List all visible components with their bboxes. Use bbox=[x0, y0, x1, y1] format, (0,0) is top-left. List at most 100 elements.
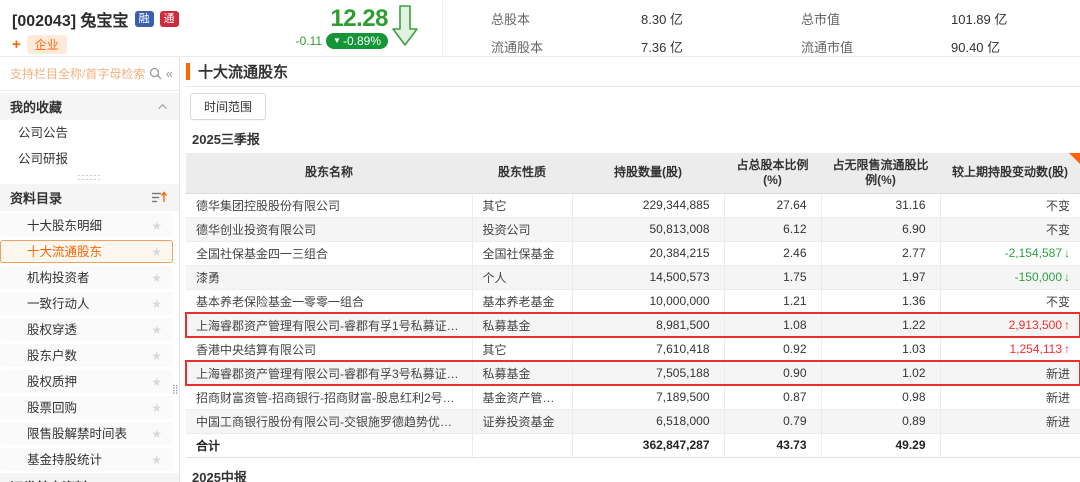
shareholder-name-cell: 基本养老保险基金一零零一组合 bbox=[186, 289, 472, 313]
stat-label: 流通股本 bbox=[491, 37, 641, 56]
pct-total-cell: 0.87 bbox=[724, 385, 821, 409]
shares-cell: 229,344,885 bbox=[572, 193, 724, 217]
sidebar-item[interactable]: 股权穿透★ bbox=[0, 318, 173, 341]
table-row[interactable]: 全国社保基金四一三组合全国社保基金20,384,2152.462.77-2,15… bbox=[186, 241, 1080, 265]
collapse-sidebar-icon[interactable]: « bbox=[166, 66, 173, 81]
change-value: 不变 bbox=[1046, 199, 1070, 213]
star-icon[interactable]: ★ bbox=[151, 215, 162, 237]
price-change-pct-badge: ▼ -0.89% bbox=[326, 33, 388, 49]
search-icon[interactable] bbox=[149, 67, 162, 80]
sidebar-section-title: 证券基本资料 bbox=[10, 477, 88, 482]
up-arrow-icon: ↑ bbox=[1064, 342, 1070, 356]
star-icon[interactable]: ★ bbox=[151, 397, 162, 419]
sidebar: « 我的收藏公司公告公司研报············资料目录十大股东明细★十大流… bbox=[0, 57, 180, 482]
table-row[interactable]: 德华集团控股股份有限公司其它229,344,88527.6431.16不变 bbox=[186, 193, 1080, 217]
sidebar-item-label: 股东户数 bbox=[27, 349, 77, 363]
total-pct-total-cell: 43.73 bbox=[724, 433, 821, 457]
sidebar-item[interactable]: 机构投资者★ bbox=[0, 266, 173, 289]
pct-float-cell: 1.97 bbox=[821, 265, 940, 289]
table-row[interactable]: 基本养老保险基金一零零一组合基本养老基金10,000,0001.211.36不变 bbox=[186, 289, 1080, 313]
column-header: 股东性质 bbox=[472, 153, 572, 193]
pct-total-cell: 1.08 bbox=[724, 313, 821, 337]
panel-resize-handle[interactable]: ⣿ bbox=[172, 387, 179, 392]
pct-total-cell: 1.75 bbox=[724, 265, 821, 289]
sidebar-item[interactable]: 股权质押★ bbox=[0, 370, 173, 393]
change-cell: 新进 bbox=[940, 361, 1080, 385]
sidebar-item-label: 十大流通股东 bbox=[27, 245, 102, 259]
sidebar-item[interactable]: 公司研报 bbox=[0, 146, 179, 172]
total-row: 合计362,847,28743.7349.29 bbox=[186, 433, 1080, 457]
star-icon[interactable]: ★ bbox=[151, 293, 162, 315]
title-row: 十大流通股东 bbox=[186, 57, 1080, 87]
shares-cell: 10,000,000 bbox=[572, 289, 724, 313]
down-arrow-icon bbox=[392, 5, 418, 56]
shareholder-nature-cell: 其它 bbox=[472, 193, 572, 217]
sidebar-section-header[interactable]: 我的收藏 bbox=[0, 93, 179, 120]
price-change: -0.11 bbox=[296, 34, 322, 48]
sidebar-item[interactable]: 股票回购★ bbox=[0, 396, 173, 419]
sidebar-section-title: 资料目录 bbox=[10, 188, 62, 207]
time-range-button[interactable]: 时间范围 bbox=[190, 93, 266, 120]
star-icon[interactable]: ★ bbox=[151, 371, 162, 393]
column-header: 股东名称 bbox=[186, 153, 472, 193]
sidebar-section-header[interactable]: 证券基本资料 bbox=[0, 473, 179, 482]
shares-cell: 50,813,008 bbox=[572, 217, 724, 241]
star-icon[interactable]: ★ bbox=[151, 319, 162, 341]
search-input[interactable] bbox=[10, 67, 145, 81]
table-row[interactable]: 德华创业投资有限公司投资公司50,813,0086.126.90不变 bbox=[186, 217, 1080, 241]
shareholder-nature-cell: 其它 bbox=[472, 337, 572, 361]
shares-cell: 7,610,418 bbox=[572, 337, 724, 361]
table-row[interactable]: 香港中央结算有限公司其它7,610,4180.921.031,254,113↑ bbox=[186, 337, 1080, 361]
sidebar-item[interactable]: 基金持股统计★ bbox=[0, 448, 173, 471]
sidebar-item[interactable]: 十大股东明细 ★ bbox=[0, 214, 173, 237]
stat-label: 流通市值 bbox=[801, 37, 951, 56]
star-icon[interactable]: ★ bbox=[151, 345, 162, 367]
sidebar-item-label: 十大股东明细 bbox=[27, 219, 102, 233]
change-cell: -150,000↓ bbox=[940, 265, 1080, 289]
shareholder-name-cell: 德华集团控股股份有限公司 bbox=[186, 193, 472, 217]
pct-total-cell: 0.90 bbox=[724, 361, 821, 385]
shareholder-nature-cell: 私募基金 bbox=[472, 361, 572, 385]
sidebar-item[interactable]: 限售股解禁时间表★ bbox=[0, 422, 173, 445]
total-shares-cell: 362,847,287 bbox=[572, 433, 724, 457]
chevron-up-icon bbox=[158, 104, 166, 112]
sidebar-item[interactable]: 一致行动人★ bbox=[0, 292, 173, 315]
table-row[interactable]: 上海睿郡资产管理有限公司-睿郡有孚1号私募证券投资基金私募基金8,981,500… bbox=[186, 313, 1080, 337]
pct-float-cell: 2.77 bbox=[821, 241, 940, 265]
change-cell: 新进 bbox=[940, 385, 1080, 409]
price-block: 12.28 -0.11 ▼ -0.89% bbox=[300, 0, 388, 56]
sidebar-item[interactable]: 十大流通股东 ★ bbox=[0, 240, 173, 263]
stat-value: 7.36 亿 bbox=[641, 37, 801, 56]
star-icon[interactable]: ★ bbox=[151, 449, 162, 471]
shareholder-name-cell: 上海睿郡资产管理有限公司-睿郡有孚3号私募证券投资基金 bbox=[186, 361, 472, 385]
pct-total-cell: 0.79 bbox=[724, 409, 821, 433]
enterprise-tag[interactable]: 企业 bbox=[27, 35, 67, 54]
stat-value: 8.30 亿 bbox=[641, 9, 801, 28]
pct-total-cell: 6.12 bbox=[724, 217, 821, 241]
pct-total-cell: 27.64 bbox=[724, 193, 821, 217]
margin-badge: 融 bbox=[135, 11, 154, 27]
sidebar-item[interactable]: 公司公告 bbox=[0, 120, 179, 146]
star-icon[interactable]: ★ bbox=[151, 423, 162, 445]
table-row[interactable]: 招商财富资管-招商银行-招商财富-股息红利2号集合资产管...基金资产管理计划7… bbox=[186, 385, 1080, 409]
change-value: -150,000 bbox=[1015, 270, 1062, 284]
shareholders-table: 股东名称股东性质持股数量(股)占总股本比例(%)占无限售流通股比例(%)较上期持… bbox=[186, 153, 1080, 458]
shareholder-nature-cell: 基本养老基金 bbox=[472, 289, 572, 313]
top-bar: [002043] 兔宝宝 融 通 + 企业 12.28 -0.11 ▼ -0.8… bbox=[0, 0, 1080, 57]
sidebar-item[interactable]: 股东户数 ★ bbox=[0, 344, 173, 367]
sidebar-section-header[interactable]: 资料目录 bbox=[0, 184, 179, 211]
star-icon[interactable]: ★ bbox=[151, 267, 162, 289]
change-value: 新进 bbox=[1046, 415, 1070, 429]
pct-float-cell: 6.90 bbox=[821, 217, 940, 241]
sidebar-item-label: 公司公告 bbox=[18, 126, 68, 140]
add-tag-button[interactable]: + bbox=[12, 38, 21, 52]
table-row[interactable]: 中国工商银行股份有限公司-交银施罗德趋势优先混合型证...证券投资基金6,518… bbox=[186, 409, 1080, 433]
shareholder-name-cell: 漆勇 bbox=[186, 265, 472, 289]
table-row[interactable]: 漆勇个人14,500,5731.751.97-150,000↓ bbox=[186, 265, 1080, 289]
shareholder-nature-cell: 投资公司 bbox=[472, 217, 572, 241]
star-icon[interactable]: ★ bbox=[151, 241, 162, 263]
sidebar-splitter-handle[interactable]: ············ bbox=[0, 172, 179, 182]
sort-icon[interactable] bbox=[152, 191, 167, 204]
shares-cell: 20,384,215 bbox=[572, 241, 724, 265]
table-row[interactable]: 上海睿郡资产管理有限公司-睿郡有孚3号私募证券投资基金私募基金7,505,188… bbox=[186, 361, 1080, 385]
